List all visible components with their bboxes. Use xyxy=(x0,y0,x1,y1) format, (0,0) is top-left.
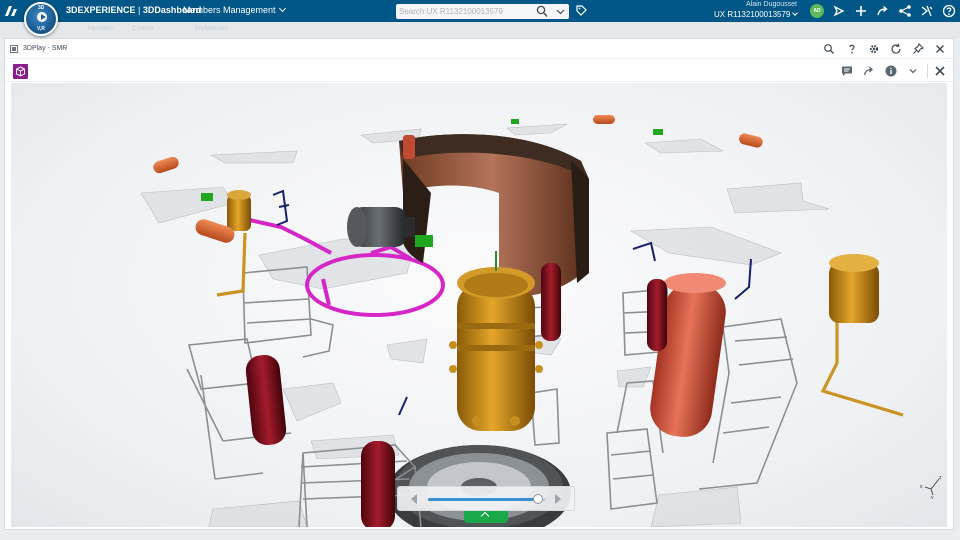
app-title: 3DEXPERIENCE | 3DDashboard xyxy=(66,5,202,15)
play-toolbar xyxy=(5,60,953,82)
brand-name: 3DEXPERIENCE xyxy=(66,5,136,15)
page-footer xyxy=(0,530,960,540)
maroon-tank-1 xyxy=(541,263,561,341)
dashboard-name: Members Management xyxy=(183,5,276,15)
toolbar-divider xyxy=(927,64,928,78)
share-icon[interactable] xyxy=(876,4,890,18)
apps-icon[interactable] xyxy=(920,4,934,18)
triad-z-axis xyxy=(930,478,940,490)
pin-icon[interactable] xyxy=(912,43,924,55)
triad-y-label: y xyxy=(931,495,934,499)
triad-x-axis xyxy=(924,486,932,490)
close-icon[interactable] xyxy=(934,43,946,55)
search-box[interactable] xyxy=(396,4,569,19)
search-icon[interactable] xyxy=(823,43,835,55)
info-icon[interactable] xyxy=(885,65,897,77)
tenant-name: UX R1132100013579 xyxy=(714,10,791,19)
widget-title: 3DPlay - SMR xyxy=(23,45,68,52)
search-input[interactable] xyxy=(399,5,529,18)
close-icon[interactable] xyxy=(934,65,946,77)
notifications-icon[interactable] xyxy=(832,4,846,18)
search-icon[interactable] xyxy=(536,5,548,18)
chevron-down-icon xyxy=(278,4,286,13)
add-icon[interactable] xyxy=(854,4,868,18)
dashboard-selector[interactable]: Members Management xyxy=(183,4,286,15)
expand-panel-button[interactable] xyxy=(464,511,508,523)
step-slider-fill xyxy=(428,498,538,501)
chevron-up-icon xyxy=(480,511,490,521)
smr-3d-model[interactable] xyxy=(11,83,947,527)
dark-turbine xyxy=(347,207,415,247)
help-icon[interactable] xyxy=(942,4,956,18)
triad-x-label: x xyxy=(920,484,923,490)
share-icon[interactable] xyxy=(863,65,875,77)
comment-icon[interactable] xyxy=(841,65,853,77)
3dplay-app-icon[interactable] xyxy=(13,64,28,79)
top-bar: 3D V,R 3DEXPERIENCE | 3DDashboard Member… xyxy=(0,0,960,36)
reactor-vessel xyxy=(449,251,543,431)
tenant-selector[interactable]: UX R1132100013579 xyxy=(714,10,799,19)
tag-icon[interactable] xyxy=(576,5,587,16)
avatar[interactable]: AD xyxy=(810,4,824,18)
maroon-tank-4 xyxy=(361,441,395,527)
orientation-triad[interactable]: z x y xyxy=(919,473,945,499)
play-widget: 3DPlay - SMR z x y xyxy=(4,38,954,530)
tab-content[interactable]: Content xyxy=(132,26,153,32)
widget-header: 3DPlay - SMR xyxy=(5,39,953,59)
dashboard-tabs: Members Content Preferences xyxy=(0,22,960,38)
compass-label-top: 3D xyxy=(38,5,45,11)
refresh-icon[interactable] xyxy=(890,43,902,55)
chevron-down-icon xyxy=(792,10,799,16)
3d-viewport[interactable]: z x y xyxy=(11,83,947,527)
compass-play-icon[interactable] xyxy=(37,12,47,22)
widget-app-icon xyxy=(10,45,18,53)
next-step-icon[interactable] xyxy=(555,494,561,504)
chevron-down-icon[interactable] xyxy=(907,65,919,77)
step-slider[interactable] xyxy=(428,494,546,504)
compass-icon[interactable]: 3D V,R xyxy=(24,2,58,36)
compass-label-bottom: V,R xyxy=(37,26,45,32)
triad-z-label: z xyxy=(939,475,942,481)
maroon-tank-3 xyxy=(245,354,287,446)
pressurizer-small xyxy=(227,195,251,231)
help-icon[interactable] xyxy=(846,43,858,55)
user-name: Alain Dugousset xyxy=(746,1,797,8)
chevron-down-icon[interactable] xyxy=(556,7,565,16)
step-slider-handle[interactable] xyxy=(532,494,543,504)
previous-step-icon[interactable] xyxy=(411,494,417,504)
tab-members[interactable]: Members xyxy=(88,26,113,32)
settings-icon[interactable] xyxy=(868,43,880,55)
maroon-tank-2 xyxy=(647,279,667,351)
cube-icon xyxy=(16,66,25,77)
social-icon[interactable] xyxy=(898,4,912,18)
tab-preferences[interactable]: Preferences xyxy=(195,26,227,32)
step-player xyxy=(397,486,575,523)
ds-logo-icon[interactable] xyxy=(4,4,19,18)
